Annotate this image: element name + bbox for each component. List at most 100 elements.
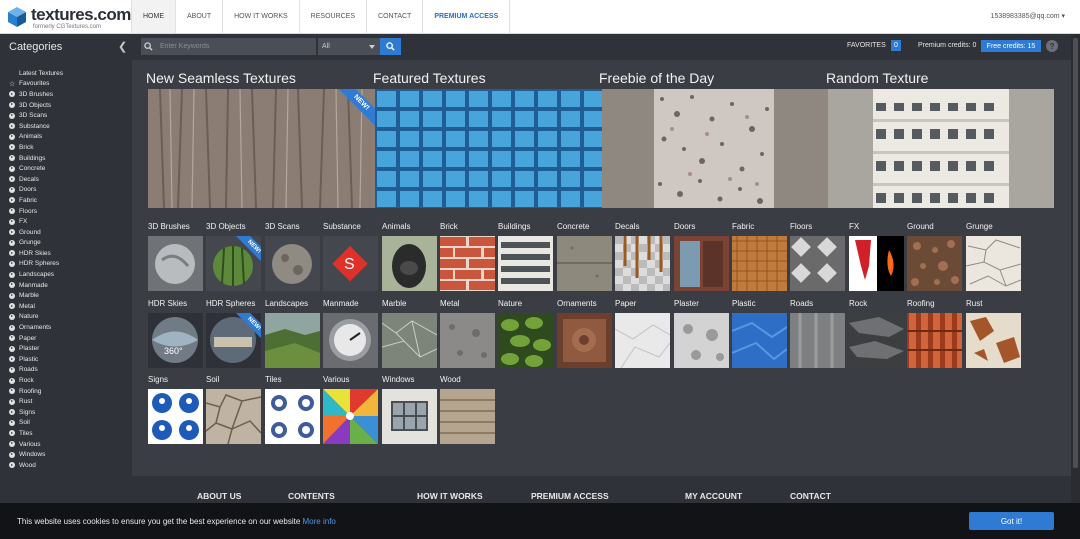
category-tile-label[interactable]: Doors (674, 222, 695, 231)
sidebar-item-buildings[interactable]: Buildings (9, 153, 63, 164)
category-tile-label[interactable]: Landscapes (265, 299, 308, 308)
category-tile-label[interactable]: Tiles (265, 375, 282, 384)
category-thumbnail[interactable] (674, 236, 729, 291)
category-thumbnail[interactable] (440, 389, 495, 444)
sidebar-item-windows[interactable]: Windows (9, 449, 63, 460)
nav-about[interactable]: ABOUT (175, 0, 222, 33)
category-thumbnail[interactable] (382, 389, 437, 444)
category-thumbnail[interactable] (265, 313, 320, 368)
category-tile-label[interactable]: Roofing (907, 299, 935, 308)
category-tile-label[interactable]: Substance (323, 222, 361, 231)
footer-about-us[interactable]: ABOUT US (197, 491, 241, 501)
sidebar-item-manmade[interactable]: Manmade (9, 280, 63, 291)
sidebar-item-rust[interactable]: Rust (9, 396, 63, 407)
category-thumbnail[interactable] (907, 236, 962, 291)
category-thumbnail[interactable] (206, 389, 261, 444)
favorites-link[interactable]: FAVORITES (847, 42, 886, 49)
footer-contents[interactable]: CONTENTS (288, 491, 335, 501)
category-tile-label[interactable]: Ground (907, 222, 934, 231)
category-thumbnail[interactable] (382, 313, 437, 368)
featured-image-glass-facade[interactable] (375, 89, 602, 208)
category-thumbnail[interactable] (265, 236, 320, 291)
category-thumbnail[interactable]: S (323, 236, 378, 291)
category-tile-label[interactable]: Paper (615, 299, 636, 308)
cookie-more-info-link[interactable]: More info (303, 517, 336, 526)
featured-image-bark[interactable]: NEW! (148, 89, 375, 208)
category-tile-label[interactable]: Signs (148, 375, 168, 384)
footer-premium-access[interactable]: PREMIUM ACCESS (531, 491, 609, 501)
sidebar-item-decals[interactable]: Decals (9, 174, 63, 185)
sidebar-item-tiles[interactable]: Tiles (9, 428, 63, 439)
category-tile-label[interactable]: FX (849, 222, 859, 231)
category-thumbnail[interactable] (498, 313, 553, 368)
category-tile-label[interactable]: Rock (849, 299, 867, 308)
category-thumbnail[interactable] (732, 236, 787, 291)
category-tile-label[interactable]: Plaster (674, 299, 699, 308)
category-tile-label[interactable]: Buildings (498, 222, 530, 231)
nav-contact[interactable]: CONTACT (366, 0, 422, 33)
featured-title-new-seamless[interactable]: New Seamless Textures (146, 70, 296, 86)
category-thumbnail[interactable] (674, 313, 729, 368)
footer-how-it-works[interactable]: HOW IT WORKS (417, 491, 483, 501)
scrollbar-thumb[interactable] (1073, 38, 1078, 468)
sidebar-item-ground[interactable]: Ground (9, 227, 63, 238)
category-thumbnail[interactable] (615, 313, 670, 368)
featured-title-random[interactable]: Random Texture (826, 70, 928, 86)
sidebar-item-roads[interactable]: Roads (9, 365, 63, 376)
category-tile-label[interactable]: HDR Spheres (206, 299, 255, 308)
category-tile-label[interactable]: Floors (790, 222, 812, 231)
sidebar-item-signs[interactable]: Signs (9, 407, 63, 418)
category-thumbnail[interactable] (323, 389, 378, 444)
category-thumbnail[interactable]: 360° (148, 313, 203, 368)
sidebar-item-substance[interactable]: Substance (9, 121, 63, 132)
category-tile-label[interactable]: 3D Scans (265, 222, 300, 231)
sidebar-item-floors[interactable]: Floors (9, 206, 63, 217)
category-thumbnail[interactable] (907, 313, 962, 368)
nav-how-it-works[interactable]: HOW IT WORKS (222, 0, 299, 33)
category-tile-label[interactable]: Manmade (323, 299, 359, 308)
category-tile-label[interactable]: Fabric (732, 222, 754, 231)
category-tile-label[interactable]: Grunge (966, 222, 993, 231)
category-thumbnail[interactable] (732, 313, 787, 368)
featured-image-building[interactable] (828, 89, 1054, 208)
sidebar-item-concrete[interactable]: Concrete (9, 163, 63, 174)
sidebar-item-roofing[interactable]: Roofing (9, 386, 63, 397)
category-thumbnail[interactable] (966, 236, 1021, 291)
sidebar-item-wood[interactable]: Wood (9, 460, 63, 471)
category-thumbnail[interactable] (265, 389, 320, 444)
footer-my-account[interactable]: MY ACCOUNT (685, 491, 742, 501)
sidebar-item-soil[interactable]: Soil (9, 418, 63, 429)
category-thumbnail[interactable] (790, 236, 845, 291)
nav-premium-access[interactable]: PREMIUM ACCESS (422, 0, 511, 33)
sidebar-item-ornaments[interactable]: Ornaments (9, 322, 63, 333)
search-input[interactable] (156, 38, 316, 55)
sidebar-item-animals[interactable]: Animals (9, 132, 63, 143)
category-thumbnail[interactable] (849, 313, 904, 368)
category-thumbnail[interactable]: NEW! (206, 313, 261, 368)
sidebar-item-rock[interactable]: Rock (9, 375, 63, 386)
favorites-count-badge[interactable]: 0 (891, 40, 901, 51)
category-tile-label[interactable]: Rust (966, 299, 982, 308)
category-thumbnail[interactable] (790, 313, 845, 368)
featured-title-featured[interactable]: Featured Textures (373, 70, 486, 86)
category-thumbnail[interactable] (323, 313, 378, 368)
search-button[interactable] (380, 38, 401, 55)
category-tile-label[interactable]: Metal (440, 299, 460, 308)
category-tile-label[interactable]: Ornaments (557, 299, 597, 308)
category-thumbnail[interactable] (498, 236, 553, 291)
brand-name[interactable]: textures.com (31, 5, 131, 25)
category-tile-label[interactable]: Soil (206, 375, 219, 384)
category-thumbnail[interactable] (557, 313, 612, 368)
category-tile-label[interactable]: Wood (440, 375, 461, 384)
sidebar-item-paper[interactable]: Paper (9, 333, 63, 344)
collapse-sidebar-icon[interactable]: ❮ (118, 40, 127, 53)
free-credits-badge[interactable]: Free credits: 15 (981, 40, 1041, 52)
sidebar-item-doors[interactable]: Doors (9, 185, 63, 196)
category-thumbnail[interactable]: NEW! (206, 236, 261, 291)
sidebar-item-metal[interactable]: Metal (9, 301, 63, 312)
sidebar-item-3d-scans[interactable]: 3D Scans (9, 110, 63, 121)
category-tile-label[interactable]: 3D Objects (206, 222, 246, 231)
sidebar-item-3d-brushes[interactable]: 3D Brushes (9, 89, 63, 100)
sidebar-item-plaster[interactable]: Plaster (9, 343, 63, 354)
category-thumbnail[interactable] (849, 236, 904, 291)
